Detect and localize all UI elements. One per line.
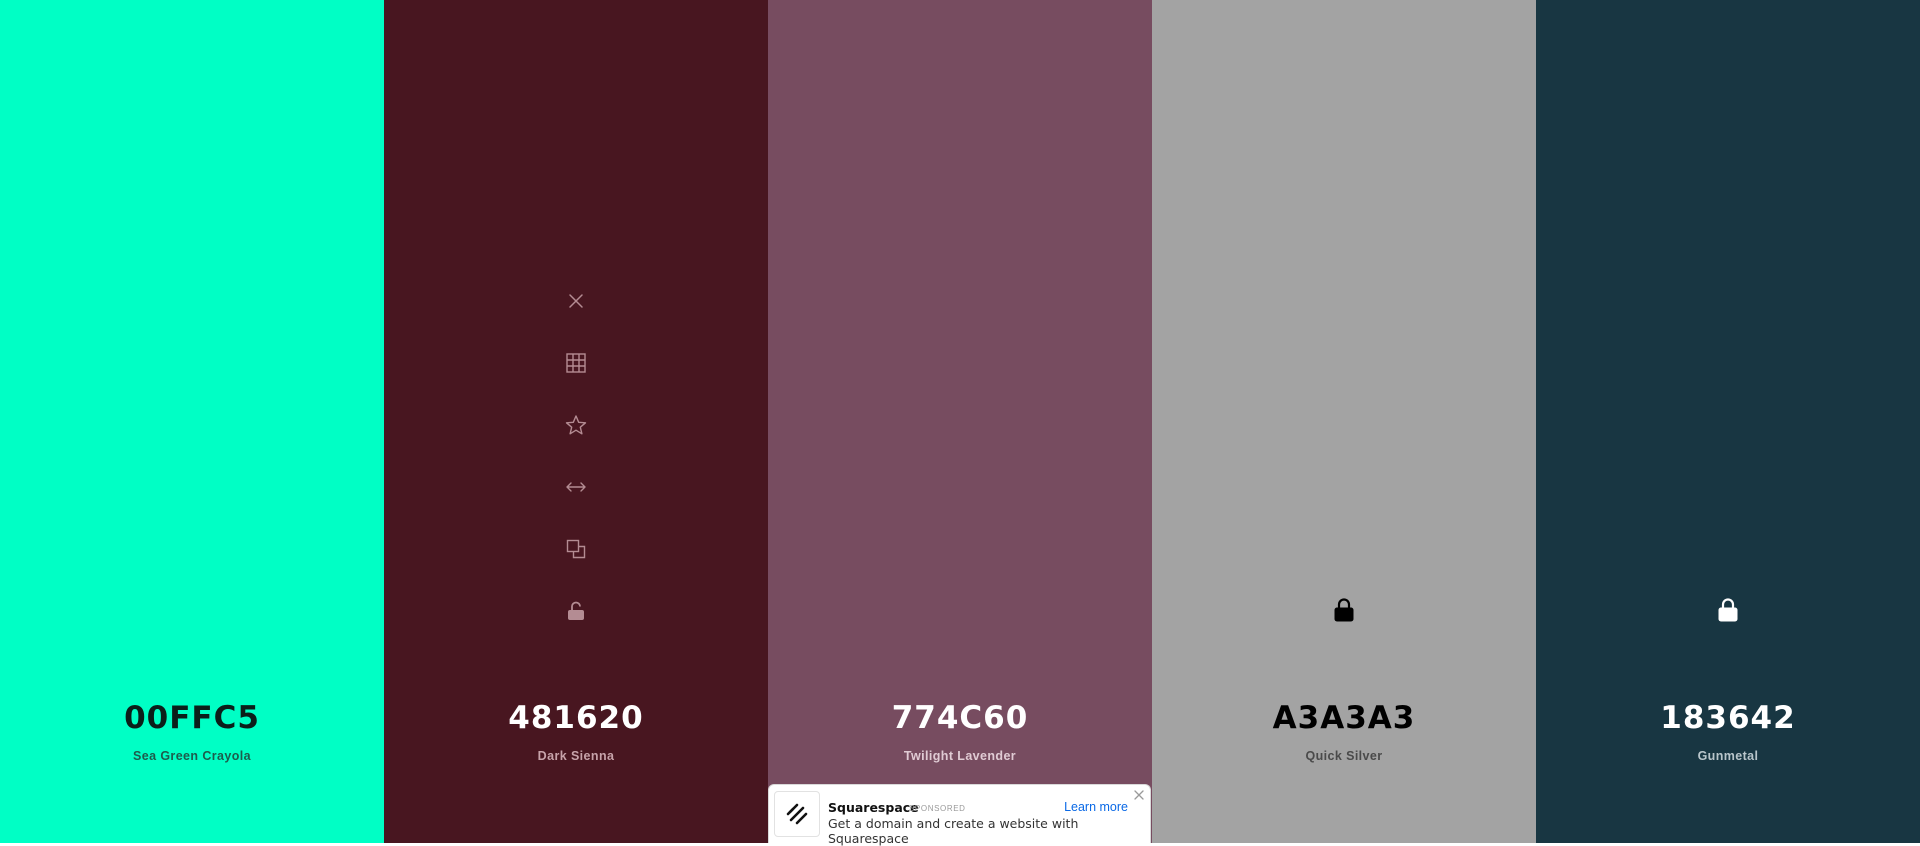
swatch-color-name[interactable]: Gunmetal	[1536, 749, 1920, 763]
color-swatch-1[interactable]: 00FFC5 Sea Green Crayola	[0, 0, 384, 843]
ad-description[interactable]: Get a domain and create a website with S…	[828, 816, 1150, 846]
star-icon	[565, 415, 587, 435]
swatch-hex-code[interactable]: 481620	[384, 700, 768, 736]
toggle-lock-button[interactable]	[1329, 595, 1359, 625]
view-shades-button[interactable]	[561, 348, 591, 378]
lock-icon	[1718, 598, 1738, 622]
color-swatch-5[interactable]: 183642 Gunmetal	[1536, 0, 1920, 843]
swatch-color-name[interactable]: Quick Silver	[1152, 749, 1536, 763]
ad-learn-more-link[interactable]: Learn more	[1064, 800, 1128, 814]
swatch-color-name[interactable]: Sea Green Crayola	[0, 749, 384, 763]
sponsored-ad-banner[interactable]: Squarespace SPONSORED Learn more Get a d…	[768, 784, 1151, 846]
save-color-button[interactable]	[561, 410, 591, 440]
swatch-hex-code[interactable]: 774C60	[768, 700, 1152, 736]
toggle-lock-button[interactable]	[561, 596, 591, 626]
grid-icon	[566, 353, 586, 373]
ad-sponsored-label: SPONSORED	[909, 804, 966, 813]
swatch-hex-code[interactable]: 183642	[1536, 700, 1920, 736]
color-palette: 00FFC5 Sea Green Crayola 481620 Dark Sie…	[0, 0, 1920, 843]
copy-icon	[566, 539, 586, 559]
swatch-hex-code[interactable]: 00FFC5	[0, 700, 384, 736]
copy-hex-button[interactable]	[561, 534, 591, 564]
swatch-hex-code[interactable]: A3A3A3	[1152, 700, 1536, 736]
color-swatch-2[interactable]: 481620 Dark Sienna	[384, 0, 768, 843]
ad-brand-name[interactable]: Squarespace	[828, 800, 919, 815]
color-swatch-3[interactable]: 774C60 Twilight Lavender	[768, 0, 1152, 843]
squarespace-logo-icon	[774, 791, 820, 837]
drag-button[interactable]	[561, 472, 591, 502]
drag-arrows-icon	[566, 482, 586, 492]
swatch-color-name[interactable]: Twilight Lavender	[768, 749, 1152, 763]
color-swatch-4[interactable]: A3A3A3 Quick Silver	[1152, 0, 1536, 843]
close-icon	[569, 294, 583, 308]
close-icon[interactable]	[1133, 789, 1145, 801]
swatch-color-name[interactable]: Dark Sienna	[384, 749, 768, 763]
remove-color-button[interactable]	[561, 286, 591, 316]
toggle-lock-button[interactable]	[1713, 595, 1743, 625]
lock-icon	[1334, 598, 1354, 622]
unlock-icon	[568, 601, 584, 620]
